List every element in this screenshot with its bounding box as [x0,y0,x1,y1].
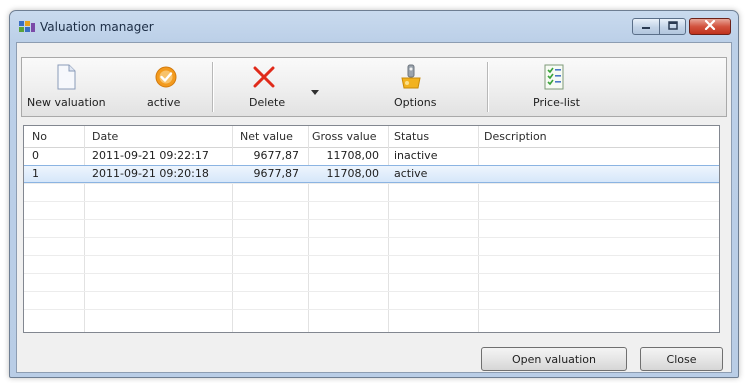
close-window-button[interactable] [689,18,731,35]
row-divider [24,291,719,292]
delete-label: Delete [249,96,286,109]
cell-gross-value: 11708,00 [326,149,380,162]
active-label: active [147,96,181,109]
close-icon [704,19,716,33]
cell-gross-value: 11708,00 [326,167,380,180]
maximize-button[interactable] [659,18,686,35]
row-divider [24,255,719,256]
row-divider [24,183,719,184]
cell-net-value: 9677,87 [253,167,300,180]
toolbar-separator [487,62,488,112]
checkmark-circle-icon [154,64,178,90]
close-button[interactable]: Close [640,347,723,371]
cell-no: 0 [32,149,39,162]
row-divider [24,201,719,202]
cell-net-value: 9677,87 [253,149,300,162]
options-button[interactable]: Options [376,58,446,116]
minimize-button[interactable] [632,18,660,35]
valuations-table[interactable]: No Date Net value Gross value Status Des… [23,125,720,333]
column-header-no[interactable]: No [32,130,47,143]
table-header: No Date Net value Gross value Status Des… [24,126,719,148]
price-list-button[interactable]: Price-list [520,58,590,116]
delete-x-icon [252,64,276,90]
new-document-icon [54,64,78,90]
window-title: Valuation manager [40,20,154,34]
title-bar[interactable]: Valuation manager [10,11,738,42]
table-row[interactable]: 0 2011-09-21 09:22:17 9677,87 11708,00 i… [24,147,719,165]
app-icon [19,20,36,35]
cell-no: 1 [32,167,39,180]
cell-date: 2011-09-21 09:20:18 [92,167,209,180]
column-header-gross-value[interactable]: Gross value [312,130,377,143]
options-settings-icon [399,64,423,90]
minimize-icon [641,20,651,33]
row-divider [24,219,719,220]
price-list-label: Price-list [533,96,580,109]
new-valuation-label: New valuation [27,96,106,109]
column-header-description[interactable]: Description [484,130,547,143]
row-divider [24,237,719,238]
cell-date: 2011-09-21 09:22:17 [92,149,209,162]
cell-status: inactive [394,149,438,162]
options-label: Options [394,96,437,109]
active-button[interactable]: active [132,58,200,116]
toolbar-separator [212,62,213,112]
open-valuation-button[interactable]: Open valuation [481,347,627,371]
cell-status: active [394,167,428,180]
toolbar: New valuation active Delete Options Pric… [21,57,727,117]
maximize-icon [667,20,678,33]
new-valuation-button[interactable]: New valuation [24,58,112,116]
price-list-icon [542,64,566,90]
column-header-net-value[interactable]: Net value [240,130,293,143]
table-row-selected[interactable]: 1 2011-09-21 09:20:18 9677,87 11708,00 a… [24,165,719,183]
row-divider [24,309,719,310]
column-header-status[interactable]: Status [394,130,429,143]
delete-button[interactable]: Delete [234,58,294,116]
row-divider [24,273,719,274]
column-header-date[interactable]: Date [92,130,118,143]
dropdown-arrow-icon [311,85,319,98]
delete-dropdown-button[interactable] [304,58,326,116]
